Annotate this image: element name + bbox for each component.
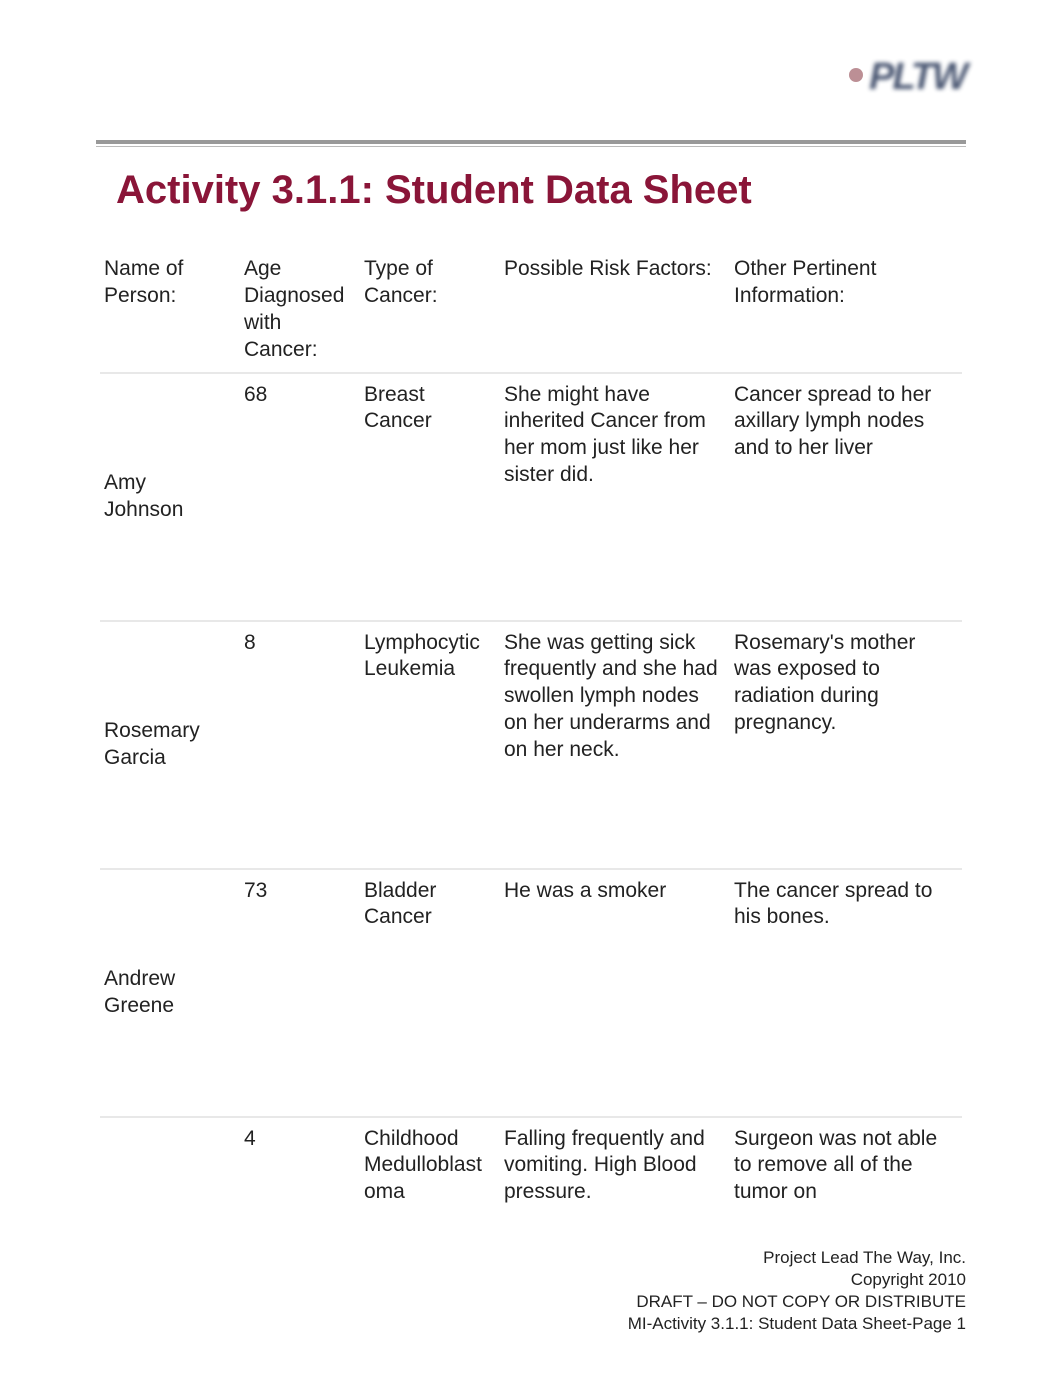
footer-line-3: DRAFT – DO NOT COPY OR DISTRIBUTE [628,1291,966,1313]
logo: PLTW [849,56,966,99]
table-row-risk: She was getting sick frequently and she … [500,620,730,868]
divider-thin [96,146,966,147]
logo-text: PLTW [869,56,966,99]
col-header-age: Age Diagnosed with Cancer: [240,248,360,372]
page-title: Activity 3.1.1: Student Data Sheet [116,168,752,213]
col-header-type: Type of Cancer: [360,248,500,372]
table-row-other: Surgeon was not able to remove all of th… [730,1116,962,1222]
table-row-type: Breast Cancer [360,372,500,620]
table-row-other: The cancer spread to his bones. [730,868,962,1116]
col-header-other: Other Pertinent Information: [730,248,962,372]
table-row-name: Amy Johnson [100,372,240,620]
col-header-name: Name of Person: [100,248,240,372]
logo-bullet-icon [849,68,863,82]
footer-line-1: Project Lead The Way, Inc. [628,1247,966,1269]
table-row-age: 68 [240,372,360,620]
col-header-risk: Possible Risk Factors: [500,248,730,372]
footer-line-2: Copyright 2010 [628,1269,966,1291]
table-row-age: 8 [240,620,360,868]
document-page: PLTW Activity 3.1.1: Student Data Sheet … [0,0,1062,1377]
data-table: Name of Person: Age Diagnosed with Cance… [100,248,962,1222]
table-row-type: Bladder Cancer [360,868,500,1116]
table-row-name: Andrew Greene [100,868,240,1116]
footer-line-4: MI-Activity 3.1.1: Student Data Sheet-Pa… [628,1313,966,1335]
table-row-risk: He was a smoker [500,868,730,1116]
table-row-risk: Falling frequently and vomiting. High Bl… [500,1116,730,1222]
table-row-type: Lymphocytic Leukemia [360,620,500,868]
table-row-type: Childhood Medulloblastoma [360,1116,500,1222]
page-footer: Project Lead The Way, Inc. Copyright 201… [628,1247,966,1335]
table-row-name: Rosemary Garcia [100,620,240,868]
table-row-age: 73 [240,868,360,1116]
table-row-risk: She might have inherited Cancer from her… [500,372,730,620]
divider-thick [96,140,966,144]
table-row-other: Rosemary's mother was exposed to radiati… [730,620,962,868]
table-row-other: Cancer spread to her axillary lymph node… [730,372,962,620]
table-row-name [100,1116,240,1222]
table-row-age: 4 [240,1116,360,1222]
